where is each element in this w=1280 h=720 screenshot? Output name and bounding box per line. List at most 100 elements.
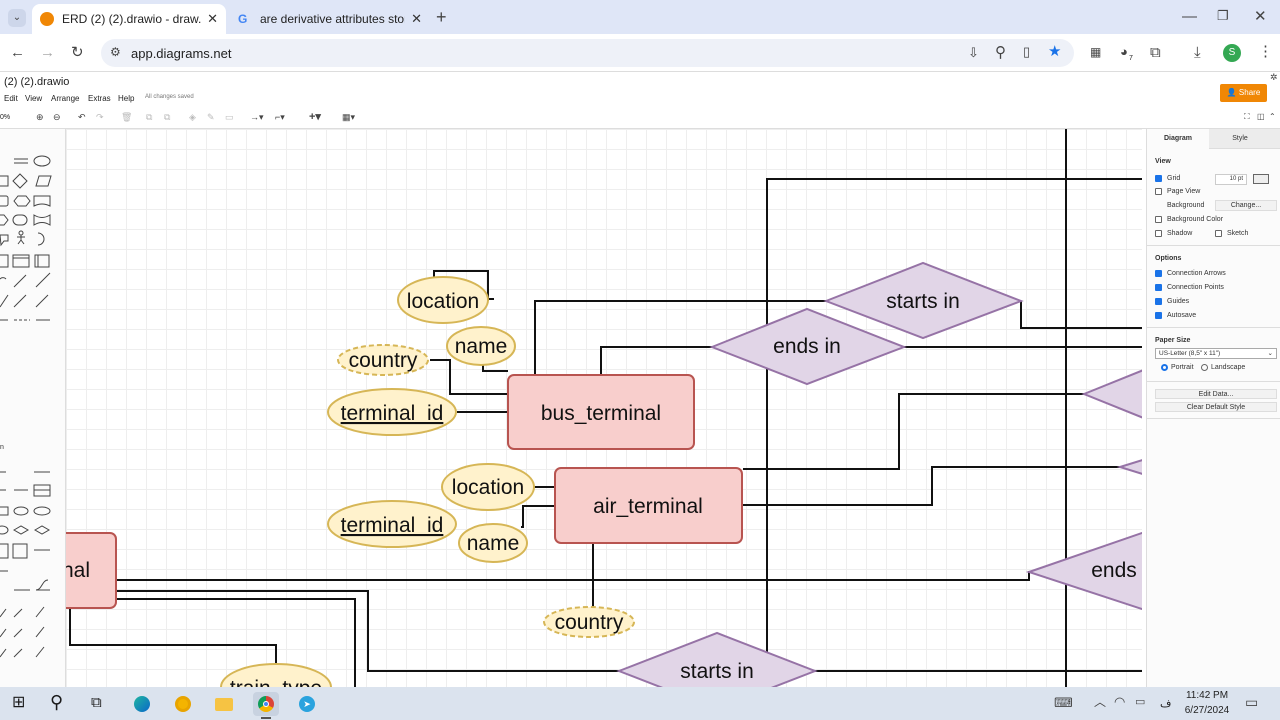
shadow-icon[interactable]: ▭	[225, 113, 234, 122]
label-ends-right[interactable]: ends	[1091, 559, 1137, 582]
file-explorer-icon[interactable]	[211, 692, 237, 716]
label-ends-in-top[interactable]: ends in	[773, 335, 841, 358]
site-info-icon[interactable]: ⚙	[110, 46, 121, 58]
close-window-icon[interactable]: ✕	[1254, 9, 1267, 24]
chrome-canary-icon[interactable]	[170, 692, 196, 716]
grid-checkbox[interactable]	[1155, 175, 1162, 182]
autosave-checkbox[interactable]	[1155, 312, 1162, 319]
address-bar[interactable]	[101, 39, 1074, 67]
profile-avatar[interactable]: S	[1223, 44, 1241, 62]
undo-icon[interactable]: ↶	[78, 113, 86, 122]
erd-diagram[interactable]: starts in ends in ends starts in bus_ter…	[66, 129, 1142, 687]
downloads-icon[interactable]: ⤓	[1194, 45, 1201, 60]
grid-option[interactable]: Grid	[1155, 175, 1180, 182]
sketch-option[interactable]: Sketch	[1215, 230, 1248, 237]
search-icon[interactable]: ⚲	[50, 693, 63, 711]
relationship-partial-right-1[interactable]	[1081, 369, 1142, 419]
reload-icon[interactable]: ↻	[71, 45, 84, 60]
fullscreen-icon[interactable]: ⛶	[1244, 113, 1250, 121]
zoom-out-icon[interactable]: ⊖	[53, 113, 61, 122]
label-train-type[interactable]: train_type	[230, 677, 322, 687]
rhombus-shape[interactable]	[12, 173, 28, 189]
extension-badge-icon[interactable]: ◕	[1120, 45, 1128, 58]
edge-browser-icon[interactable]	[129, 692, 155, 716]
connection-icon[interactable]: →▾	[250, 113, 264, 122]
connector[interactable]	[743, 393, 1084, 470]
clear-default-style-button[interactable]: Clear Default Style	[1155, 402, 1277, 412]
forward-icon[interactable]: →	[40, 45, 55, 60]
insert-plus-icon[interactable]: +▾	[309, 112, 321, 123]
qr-icon[interactable]: ▦	[1090, 46, 1101, 58]
fill-color-icon[interactable]: ◈	[189, 113, 196, 122]
keyboard-icon[interactable]: ⌨	[1054, 696, 1073, 709]
menu-help[interactable]: Help	[118, 94, 134, 103]
connector[interactable]	[430, 359, 508, 395]
label-bus-location[interactable]: location	[407, 290, 479, 313]
menu-view[interactable]: View	[25, 94, 42, 103]
bookmark-star-icon[interactable]: ★	[1048, 44, 1061, 59]
label-starts-in-bottom[interactable]: starts in	[680, 660, 754, 683]
label-bus-terminal-id[interactable]: terminal_id	[341, 402, 444, 425]
connector[interactable]	[766, 178, 1142, 687]
background-color-checkbox[interactable]	[1155, 216, 1162, 223]
zoom-icon[interactable]: ⚲	[995, 45, 1006, 60]
page-view-checkbox[interactable]	[1155, 188, 1162, 195]
connection-arrows-option[interactable]: Connection Arrows	[1155, 270, 1226, 277]
tab-search-chevron-icon[interactable]: ⌄	[8, 9, 26, 27]
sketch-checkbox[interactable]	[1215, 230, 1222, 237]
ellipse-shape[interactable]	[33, 155, 51, 167]
tab-diagram[interactable]: Diagram	[1147, 129, 1209, 149]
rect-shape[interactable]	[0, 175, 9, 187]
shape-library-svg[interactable]: n	[0, 129, 66, 687]
browser-menu-icon[interactable]: ⋮	[1258, 44, 1273, 59]
clock-date[interactable]: 6/27/2024	[1182, 705, 1232, 716]
guides-checkbox[interactable]	[1155, 298, 1162, 305]
label-bus-name[interactable]: name	[455, 335, 508, 358]
telegram-icon[interactable]: ➤	[294, 692, 320, 716]
maximize-window-icon[interactable]: ❐	[1217, 9, 1229, 22]
wifi-icon[interactable]: ◠	[1114, 695, 1125, 708]
tab-google-search[interactable]: G are derivative attributes stored ✕	[230, 4, 430, 34]
back-icon[interactable]: ←	[10, 45, 25, 60]
shadow-option[interactable]: Shadow	[1155, 230, 1192, 237]
share-button[interactable]: 👤 Share	[1220, 84, 1267, 102]
redo-icon[interactable]: ↷	[96, 113, 104, 122]
minimize-window-icon[interactable]: —	[1182, 9, 1197, 24]
label-air-location[interactable]: location	[452, 476, 524, 499]
notifications-icon[interactable]: ▭	[1245, 695, 1258, 709]
paper-size-select[interactable]: US-Letter (8,5" x 11") ⌄	[1155, 348, 1277, 359]
connection-points-option[interactable]: Connection Points	[1155, 284, 1224, 291]
connection-points-checkbox[interactable]	[1155, 284, 1162, 291]
show-hidden-icons-chevron[interactable]: ︿	[1094, 696, 1106, 708]
menu-extras[interactable]: Extras	[88, 94, 111, 103]
tab-style[interactable]: Style	[1209, 129, 1271, 149]
menu-edit[interactable]: Edit	[4, 94, 18, 103]
to-front-icon[interactable]: ⧉	[146, 113, 152, 122]
connector[interactable]	[69, 599, 277, 669]
delete-icon[interactable]: 🗑	[121, 113, 132, 122]
relationship-partial-right-2[interactable]	[1116, 459, 1142, 475]
to-back-icon[interactable]: ⧉	[164, 113, 170, 122]
background-color-option[interactable]: Background Color	[1155, 216, 1223, 223]
guides-option[interactable]: Guides	[1155, 298, 1189, 305]
grid-size-input[interactable]: 10 pt	[1215, 174, 1247, 185]
page-icon[interactable]: ▯	[1023, 45, 1030, 58]
close-tab-icon[interactable]: ✕	[207, 11, 218, 27]
connector[interactable]	[1020, 301, 1142, 329]
line-color-icon[interactable]: ✎	[207, 113, 215, 122]
diagram-canvas[interactable]: starts in ends in ends starts in bus_ter…	[66, 129, 1142, 687]
extensions-puzzle-icon[interactable]: ⧉	[1150, 45, 1161, 60]
clock-time[interactable]: 11:42 PM	[1182, 690, 1232, 701]
autosave-option[interactable]: Autosave	[1155, 312, 1196, 319]
portrait-option[interactable]: Portrait	[1161, 364, 1194, 371]
label-bus-country[interactable]: country	[349, 349, 418, 372]
new-tab-button[interactable]: +	[436, 8, 447, 26]
landscape-radio[interactable]	[1201, 364, 1208, 371]
battery-icon[interactable]: ▭	[1135, 697, 1145, 708]
menu-arrange[interactable]: Arrange	[51, 94, 79, 103]
landscape-option[interactable]: Landscape	[1201, 364, 1245, 371]
settings-gear-icon[interactable]: ✲	[1270, 73, 1278, 82]
connector[interactable]	[116, 590, 619, 672]
format-panel-icon[interactable]: ◫	[1257, 113, 1265, 121]
connection-arrows-checkbox[interactable]	[1155, 270, 1162, 277]
